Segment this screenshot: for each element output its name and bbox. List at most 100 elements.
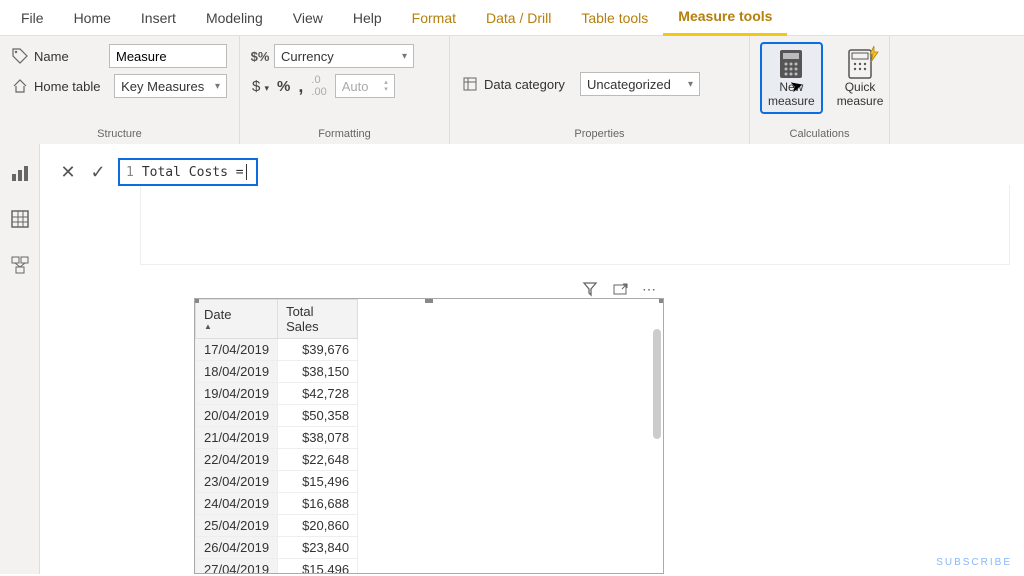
data-category-select[interactable]: Uncategorized ▾ (580, 72, 700, 96)
data-category-value: Uncategorized (587, 77, 671, 92)
report-view-icon[interactable] (9, 162, 31, 184)
tab-view[interactable]: View (278, 0, 338, 36)
format-value: Currency (281, 49, 334, 64)
table-row: 17/04/2019$39,676 (196, 339, 358, 361)
formula-canvas (140, 185, 1010, 265)
data-view-icon[interactable] (9, 208, 31, 230)
formula-area: ✕ ✓ 1 Total Costs = ⋯ (0, 144, 1024, 574)
auto-decimals-select[interactable]: Auto ▴▾ (335, 74, 395, 98)
visual-toolbar: ⋯ (194, 281, 664, 298)
resize-handle[interactable] (425, 298, 433, 303)
formula-bar: ✕ ✓ 1 Total Costs = ⋯ (40, 144, 1024, 574)
tab-home[interactable]: Home (59, 0, 126, 36)
table-cell: 25/04/2019 (196, 515, 278, 537)
home-table-select[interactable]: Key Measures ▾ (114, 74, 227, 98)
tag-icon (12, 48, 28, 64)
table-visual-area: ⋯ Date▲Total Sales 17/04/2019$39,67618/0… (194, 281, 664, 574)
chevron-down-icon: ▾ (402, 51, 407, 62)
table-row: 27/04/2019$15,496 (196, 559, 358, 575)
tab-help[interactable]: Help (338, 0, 397, 36)
home-icon (12, 78, 28, 94)
table-cell: 18/04/2019 (196, 361, 278, 383)
ribbon-tabs: FileHomeInsertModelingViewHelpFormatData… (0, 0, 1024, 36)
tab-insert[interactable]: Insert (126, 0, 191, 36)
percent-button[interactable]: % (277, 78, 290, 95)
calculations-group-label: Calculations (762, 128, 877, 140)
tab-file[interactable]: File (6, 0, 59, 36)
tab-format[interactable]: Format (397, 0, 471, 36)
table-cell: 17/04/2019 (196, 339, 278, 361)
table-cell: $15,496 (278, 471, 358, 493)
group-structure: Name Home table Key Measures ▾ Structure (0, 36, 240, 144)
formula-line-number: 1 (126, 165, 134, 180)
more-options-icon[interactable]: ⋯ (642, 281, 656, 298)
home-table-row: Home table Key Measures ▾ (12, 74, 227, 98)
group-formatting: $% Currency ▾ $ ▾ % , .0.00 Auto ▴▾ Form… (240, 36, 450, 144)
model-view-icon[interactable] (9, 254, 31, 276)
table-cell: $20,860 (278, 515, 358, 537)
table-cell: 22/04/2019 (196, 449, 278, 471)
table-cell: $39,676 (278, 339, 358, 361)
filter-icon[interactable] (582, 281, 598, 298)
chevron-down-icon: ▾ (215, 81, 220, 92)
format-icons-row: $ ▾ % , .0.00 Auto ▴▾ (252, 74, 437, 98)
tab-data-drill[interactable]: Data / Drill (471, 0, 566, 36)
comma-button[interactable]: , (298, 76, 303, 97)
table-cell: 21/04/2019 (196, 427, 278, 449)
column-header[interactable]: Total Sales (278, 300, 358, 339)
tab-table-tools[interactable]: Table tools (566, 0, 663, 36)
column-header[interactable]: Date▲ (196, 300, 278, 339)
table-cell: 19/04/2019 (196, 383, 278, 405)
calculator-icon (775, 48, 807, 80)
table-row: 20/04/2019$50,358 (196, 405, 358, 427)
left-rail (0, 144, 40, 574)
format-select[interactable]: Currency ▾ (274, 44, 414, 68)
table-visual[interactable]: Date▲Total Sales 17/04/2019$39,67618/04/… (194, 298, 664, 574)
name-label: Name (34, 49, 103, 64)
focus-mode-icon[interactable] (612, 281, 628, 298)
table-cell: 24/04/2019 (196, 493, 278, 515)
name-input[interactable] (109, 44, 227, 68)
data-table: Date▲Total Sales 17/04/2019$39,67618/04/… (195, 299, 358, 574)
resize-handle[interactable] (659, 298, 664, 303)
home-table-label: Home table (34, 79, 108, 94)
table-cell: $38,078 (278, 427, 358, 449)
currency-button[interactable]: $ ▾ (252, 78, 269, 95)
cancel-formula-button[interactable]: ✕ (58, 162, 78, 183)
table-row: 19/04/2019$42,728 (196, 383, 358, 405)
group-calculations: New measure Quick measure Calculations (750, 36, 890, 144)
table-cell: $38,150 (278, 361, 358, 383)
formula-input[interactable]: 1 Total Costs = (118, 158, 258, 186)
table-cell: $42,728 (278, 383, 358, 405)
format-icon: $% (252, 48, 268, 64)
new-measure-button[interactable]: New measure (762, 44, 821, 112)
scrollbar-vertical[interactable] (653, 329, 661, 439)
table-row: 25/04/2019$20,860 (196, 515, 358, 537)
table-cell: 26/04/2019 (196, 537, 278, 559)
table-row: 18/04/2019$38,150 (196, 361, 358, 383)
quick-measure-button[interactable]: Quick measure (831, 44, 890, 112)
group-properties: Data category Uncategorized ▾ Properties (450, 36, 750, 144)
table-row: 24/04/2019$16,688 (196, 493, 358, 515)
commit-formula-button[interactable]: ✓ (88, 162, 108, 183)
table-row: 26/04/2019$23,840 (196, 537, 358, 559)
table-cell: 27/04/2019 (196, 559, 278, 575)
resize-handle[interactable] (194, 298, 199, 303)
table-cell: $16,688 (278, 493, 358, 515)
name-row: Name (12, 44, 227, 68)
structure-group-label: Structure (12, 128, 227, 140)
quick-calculator-icon (844, 48, 876, 80)
tab-modeling[interactable]: Modeling (191, 0, 278, 36)
data-category-label: Data category (484, 77, 574, 92)
chevron-down-icon: ▾ (688, 79, 693, 90)
table-cell: 20/04/2019 (196, 405, 278, 427)
auto-label: Auto (342, 79, 369, 94)
data-category-row: Data category Uncategorized ▾ (462, 72, 737, 96)
table-row: 21/04/2019$38,078 (196, 427, 358, 449)
decimal-decrease-button[interactable]: .0.00 (311, 74, 326, 98)
table-cell: 23/04/2019 (196, 471, 278, 493)
formatting-group-label: Formatting (252, 128, 437, 140)
table-cell: $23,840 (278, 537, 358, 559)
properties-group-label: Properties (462, 128, 737, 140)
tab-measure-tools[interactable]: Measure tools (663, 0, 787, 36)
